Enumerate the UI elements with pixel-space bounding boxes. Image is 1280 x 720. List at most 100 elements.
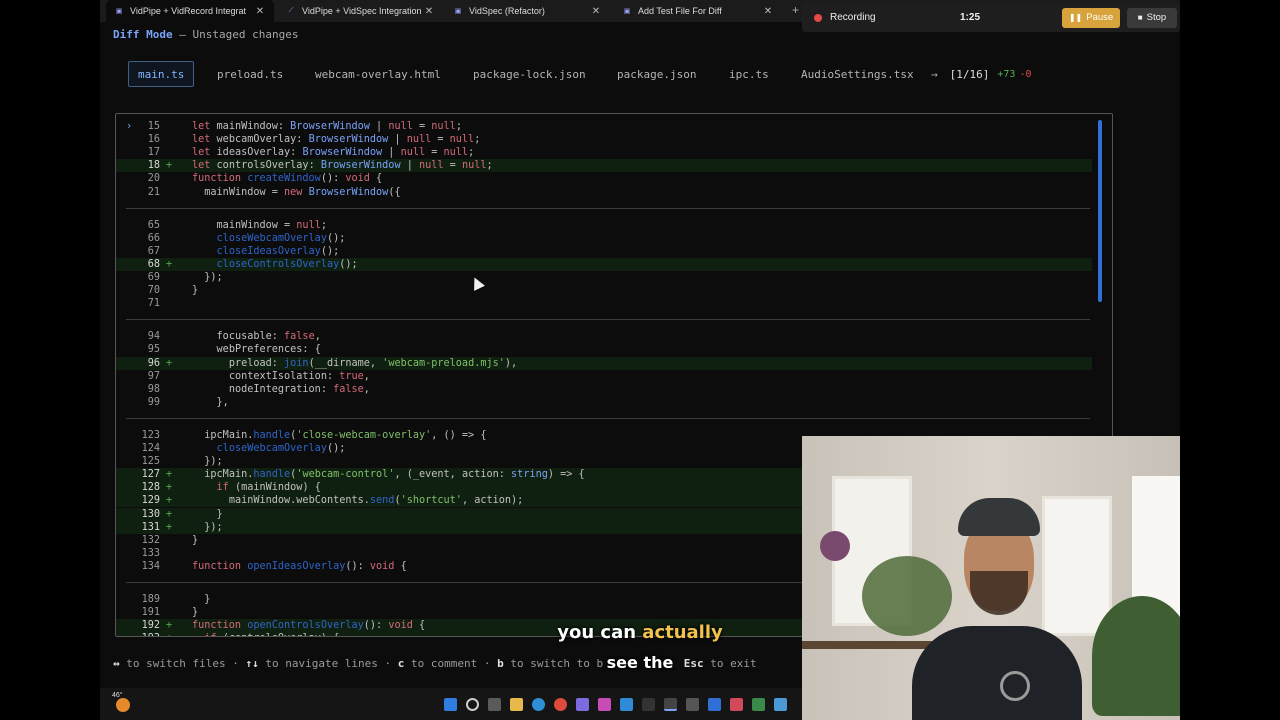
close-icon[interactable]: ✕ xyxy=(590,6,602,17)
diff-line[interactable]: 94 focusable: false, xyxy=(116,330,1092,343)
search-icon[interactable] xyxy=(466,698,479,711)
terminal-active-icon[interactable] xyxy=(664,698,677,711)
diff-line[interactable]: 71 xyxy=(116,297,1092,310)
weather-sun-icon[interactable] xyxy=(116,698,130,712)
added-marker: + xyxy=(166,357,173,369)
close-icon[interactable]: ✕ xyxy=(254,6,266,17)
close-icon[interactable]: ✕ xyxy=(423,6,435,17)
diff-line[interactable]: 21 mainWindow = new BrowserWindow({ xyxy=(116,186,1092,199)
file-tab-main-ts[interactable]: main.ts xyxy=(128,61,195,87)
line-number: 131 xyxy=(141,521,160,533)
diff-line[interactable]: 18 + let controlsOverlay: BrowserWindow | … xyxy=(116,159,1092,173)
diff-line[interactable]: 67 closeIdeasOverlay(); xyxy=(116,245,1092,258)
vscode-icon[interactable] xyxy=(620,698,633,711)
file-tab-audiosettings-tsx[interactable]: AudioSettings.tsx xyxy=(801,61,914,87)
start-icon[interactable] xyxy=(444,698,457,711)
line-code: nodeIntegration: false, xyxy=(228,383,370,395)
line-code: ipcMain.handle('webcam-control', (_event… xyxy=(204,469,585,481)
line-number: 94 xyxy=(147,331,160,343)
line-number: 132 xyxy=(141,534,160,546)
diff-line[interactable]: 65 mainWindow = null; xyxy=(116,219,1092,232)
line-code: let webcamOverlay: BrowserWindow | null … xyxy=(192,134,481,146)
line-number: 21 xyxy=(147,186,160,198)
app-icon[interactable] xyxy=(774,698,787,711)
tab-vidspec-refactor[interactable]: ▣ VidSpec (Refactor) ✕ xyxy=(445,0,610,22)
diff-line[interactable]: 95 webPreferences: { xyxy=(116,343,1092,356)
hunk-separator xyxy=(126,319,1090,321)
line-code: } xyxy=(192,594,211,605)
line-code: } xyxy=(192,534,199,546)
scrollbar[interactable] xyxy=(1098,120,1102,302)
line-code: webPreferences: { xyxy=(216,344,321,356)
new-tab-button[interactable]: + xyxy=(792,3,799,17)
line-code: closeWebcamOverlay(); xyxy=(216,232,346,244)
line-number: 15 xyxy=(147,121,160,132)
diff-line[interactable]: 69 }); xyxy=(116,271,1092,284)
line-number: 129 xyxy=(141,495,160,507)
pause-button[interactable]: ❚❚ Pause xyxy=(1062,7,1120,28)
diff-line[interactable]: 68 + closeControlsOverlay(); xyxy=(116,257,1092,271)
caption-line-1: you can actually xyxy=(0,622,1280,643)
file-tab-package-lock-json[interactable]: package-lock.json xyxy=(473,61,586,87)
diff-line[interactable]: 17 let ideasOverlay: BrowserWindow | null… xyxy=(116,146,1092,159)
diff-line[interactable]: › 15 let mainWindow: BrowserWindow | null … xyxy=(116,120,1092,133)
recording-bar: Recording 1:25 ❚❚ Pause ■ Stop xyxy=(802,3,1180,32)
line-code: let ideasOverlay: BrowserWindow | null =… xyxy=(192,147,475,159)
file-tab-package-json[interactable]: package.json xyxy=(617,61,696,87)
line-code: closeWebcamOverlay(); xyxy=(216,443,346,454)
presenter-cap xyxy=(958,498,1040,536)
app-icon[interactable] xyxy=(708,698,721,711)
diff-line[interactable]: 96 + preload: join(__dirname, 'webcam-pre… xyxy=(116,356,1092,370)
diff-line[interactable]: 16 let webcamOverlay: BrowserWindow | nul… xyxy=(116,133,1092,146)
tab-vidpipe-vidrecord[interactable]: ▣ VidPipe + VidRecord Integrat ✕ xyxy=(106,0,274,22)
line-number: 97 xyxy=(147,370,160,382)
stop-button[interactable]: ■ Stop xyxy=(1127,7,1177,28)
diff-line[interactable]: 97 contextIsolation: true, xyxy=(116,370,1092,383)
line-code: let mainWindow: BrowserWindow | null = n… xyxy=(192,121,462,132)
app-icon[interactable] xyxy=(686,698,699,711)
diff-line[interactable]: 20 function createWindow(): void { xyxy=(116,172,1092,185)
line-number: 127 xyxy=(141,469,160,481)
app-icon[interactable] xyxy=(598,698,611,711)
file-tab-ipc-ts[interactable]: ipc.ts xyxy=(729,61,769,87)
diff-line[interactable]: 66 closeWebcamOverlay(); xyxy=(116,232,1092,245)
line-number: 65 xyxy=(147,219,160,231)
recording-label: Recording xyxy=(830,12,876,23)
added-marker: + xyxy=(166,482,173,494)
edge-icon[interactable] xyxy=(532,698,545,711)
tab-label: VidPipe + VidRecord Integrat xyxy=(130,6,246,16)
close-icon[interactable]: ✕ xyxy=(762,6,774,17)
stop-label: Stop xyxy=(1146,12,1167,23)
line-number: 128 xyxy=(141,482,160,494)
app-icon[interactable] xyxy=(730,698,743,711)
line-code: } xyxy=(192,607,199,619)
app-icon[interactable] xyxy=(576,698,589,711)
caption-highlight: actually xyxy=(642,622,723,643)
diff-line[interactable]: 98 nodeIntegration: false, xyxy=(116,383,1092,396)
line-number: 98 xyxy=(147,383,160,395)
line-code: function openIdeasOverlay(): void { xyxy=(192,560,407,572)
tab-label: VidPipe + VidSpec Integration xyxy=(302,6,422,16)
terminal-icon: ▣ xyxy=(454,8,462,15)
diff-line[interactable]: 70} xyxy=(116,284,1092,297)
app-icon[interactable] xyxy=(752,698,765,711)
line-code: mainWindow = null; xyxy=(216,219,327,231)
line-code: }); xyxy=(192,521,223,533)
line-number: 16 xyxy=(147,134,160,146)
file-explorer-icon[interactable] xyxy=(510,698,523,711)
tab-add-test-file[interactable]: ▣ Add Test File For Diff ✕ xyxy=(614,0,782,22)
added-marker: + xyxy=(166,160,173,172)
file-tab-webcam-overlay-html[interactable]: webcam-overlay.html xyxy=(315,61,441,87)
line-code: mainWindow.webContents.send('shortcut', … xyxy=(228,495,524,507)
recording-dot-icon xyxy=(814,13,822,22)
diff-line[interactable]: 99 }, xyxy=(116,396,1092,409)
chrome-icon[interactable] xyxy=(554,698,567,711)
tab-vidpipe-vidspec[interactable]: ⟋ VidPipe + VidSpec Integration ✕ xyxy=(278,0,443,22)
orchid xyxy=(820,531,850,561)
terminal-icon[interactable] xyxy=(642,698,655,711)
file-tab-preload-ts[interactable]: preload.ts xyxy=(217,61,283,87)
line-number: 66 xyxy=(147,232,160,244)
task-view-icon[interactable] xyxy=(488,698,501,711)
line-number: 99 xyxy=(147,396,160,408)
window xyxy=(1042,496,1112,636)
